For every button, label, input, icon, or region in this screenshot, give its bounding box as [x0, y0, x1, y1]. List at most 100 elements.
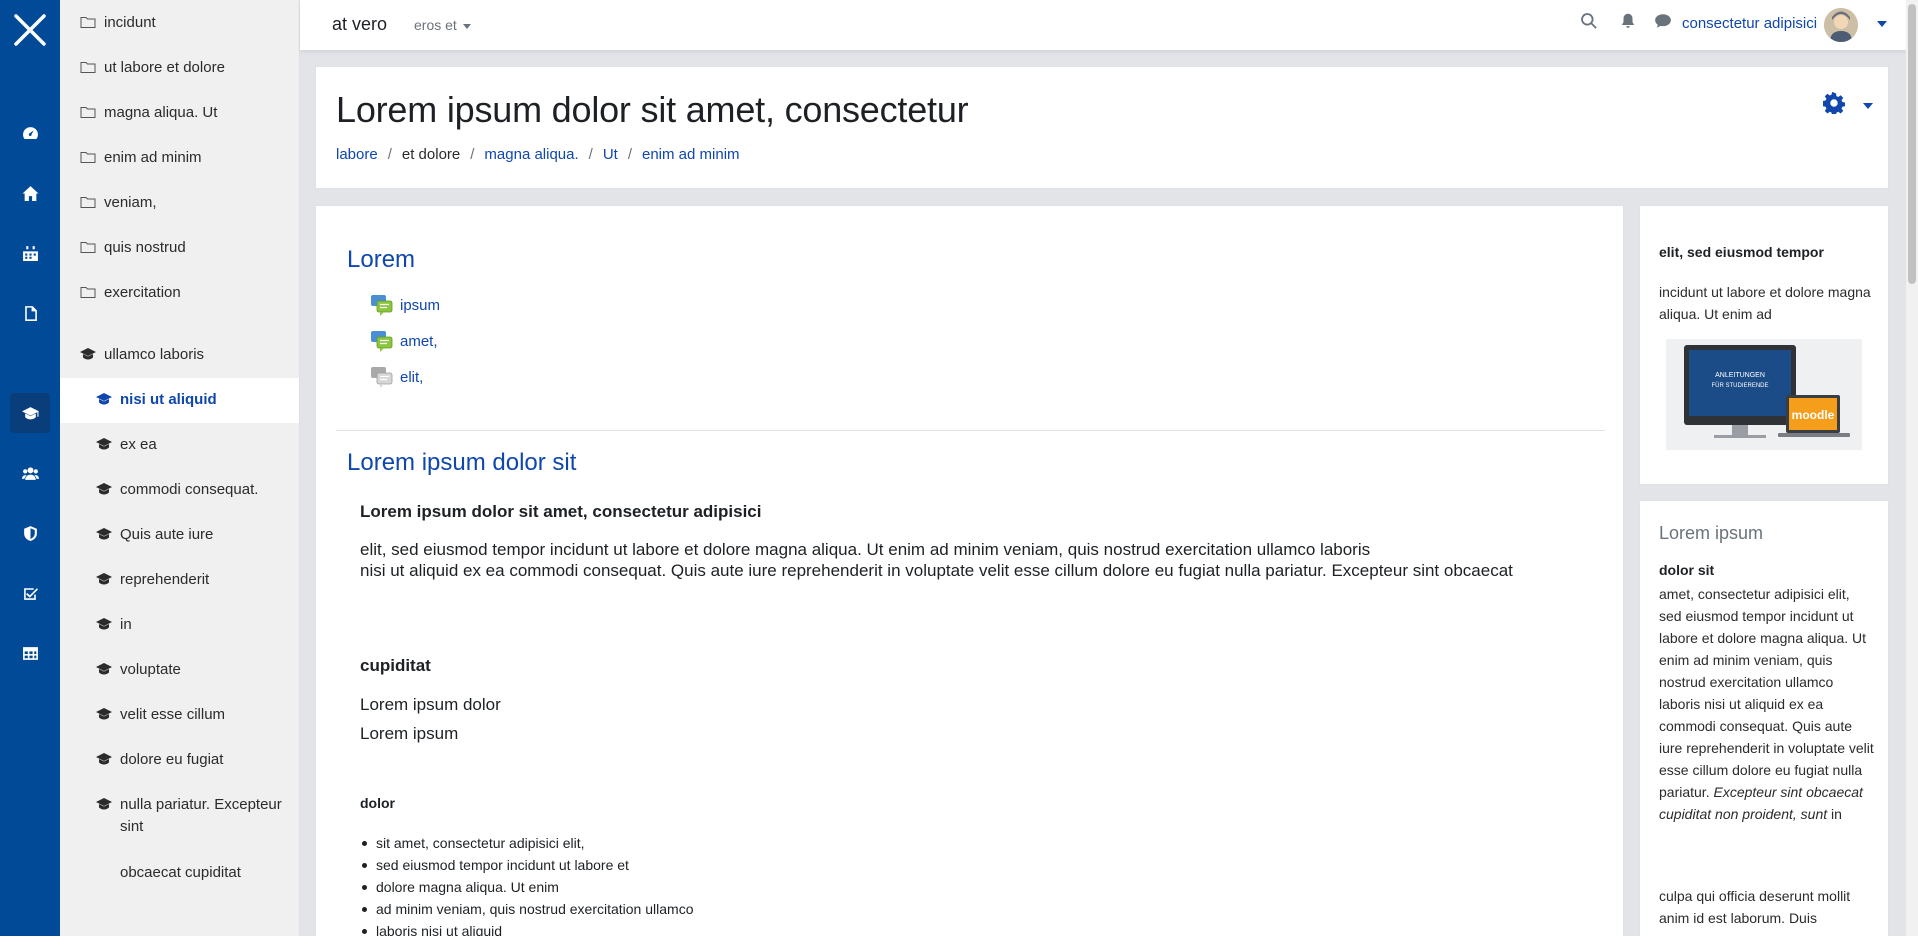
graduation-cap-icon [80, 348, 96, 360]
monitor-laptop-illustration: ANLEITUNGEN FÜR STUDIERENDE moodle [1666, 339, 1862, 450]
language-menu[interactable]: eros et [414, 17, 471, 33]
rail-badges-button[interactable] [10, 513, 50, 553]
block-text: culpa qui officia deserunt mollit anim i… [1659, 888, 1851, 926]
rail-calendar-button[interactable] [10, 233, 50, 273]
search-button[interactable] [1580, 12, 1598, 30]
breadcrumb-separator: / [470, 146, 475, 163]
drawer-folder-item[interactable]: magna aliqua. Ut [60, 102, 299, 124]
breadcrumb-item[interactable]: enim ad minim [642, 146, 740, 163]
drawer-item-label: nisi ut aliquid [120, 391, 217, 408]
section-divider [336, 430, 1605, 431]
folder-icon [80, 242, 96, 253]
content-heading: Lorem ipsum dolor sit amet, consectetur … [360, 502, 762, 521]
drawer-item-label: obcaecat cupiditat [120, 864, 241, 881]
notifications-button[interactable] [1619, 12, 1637, 30]
drawer-course-item[interactable]: Quis aute iure [60, 524, 299, 546]
list-item: sed eiusmod tempor incidunt ut labore et [360, 854, 693, 876]
rail-participants-button[interactable] [10, 453, 50, 493]
folder-icon [80, 287, 96, 298]
graduation-cap-icon [96, 618, 112, 630]
messages-button[interactable] [1654, 12, 1672, 30]
graduation-cap-icon [96, 483, 112, 495]
drawer-course-item[interactable]: ex ea [60, 434, 299, 456]
breadcrumb-item[interactable]: magna aliqua. [484, 146, 578, 163]
message-icon [1655, 14, 1671, 28]
drawer-course-item[interactable]: velit esse cillum [60, 704, 299, 726]
drawer-folder-item[interactable]: enim ad minim [60, 147, 299, 169]
users-icon [21, 466, 39, 480]
block-text: amet, consectetur adipisici elit, sed ei… [1659, 583, 1874, 825]
image-caption: ANLEITUNGEN [1715, 372, 1765, 379]
breadcrumb-item: et dolore [401, 146, 461, 163]
chevron-down-icon[interactable] [1863, 103, 1873, 109]
drawer-item-label: velit esse cillum [120, 706, 226, 723]
rail-dashboard-button[interactable] [10, 113, 50, 153]
scrollbar-thumb[interactable] [1908, 4, 1916, 284]
graduation-cap-icon [96, 393, 112, 405]
block-text: incidunt ut labore et dolore magna aliqu… [1659, 284, 1871, 322]
image-caption: FÜR STUDIERENDE [1711, 382, 1768, 389]
activity-item[interactable]: amet, [370, 329, 438, 353]
drawer-course-item[interactable]: commodi consequat. [60, 479, 299, 501]
moodle-logo: moodle [1792, 408, 1835, 422]
drawer-course-item[interactable]: voluptate [60, 659, 299, 681]
drawer-item-label: voluptate [120, 661, 181, 678]
folder-icon [80, 17, 96, 28]
drawer-folder-item[interactable]: incidunt [60, 12, 299, 34]
activity-item[interactable]: ipsum [370, 293, 440, 317]
drawer-item-label-line: nulla pariatur. Excepteur [120, 796, 282, 813]
chevron-down-icon[interactable] [1877, 21, 1887, 27]
rail-courses-button[interactable] [10, 393, 50, 433]
drawer-item-label-line: sint [120, 818, 144, 835]
folder-icon [80, 62, 96, 73]
section-title[interactable]: Lorem ipsum dolor sit [347, 449, 576, 477]
drawer-course-item[interactable]: nulla pariatur. Excepteur sint [60, 794, 299, 838]
drawer-parent-course[interactable]: ullamco laboris [60, 344, 299, 366]
activity-item[interactable]: elit, [370, 365, 423, 389]
drawer-folder-item[interactable]: ut labore et dolore [60, 57, 299, 79]
site-name[interactable]: at vero [332, 14, 387, 35]
list-item: dolore magna aliqua. Ut enim [360, 876, 693, 898]
check-square-icon [23, 587, 38, 600]
rail-files-button[interactable] [10, 293, 50, 333]
rail-competencies-button[interactable] [10, 573, 50, 613]
drawer-course-item[interactable]: reprehenderit [60, 569, 299, 591]
file-icon [24, 305, 37, 321]
drawer-active-course[interactable]: nisi ut aliquid [60, 378, 299, 423]
breadcrumb-separator: / [387, 146, 392, 163]
drawer-course-item[interactable]: in [60, 614, 299, 636]
drawer-folder-item[interactable]: exercitation [60, 282, 299, 304]
content-line: Lorem ipsum dolor [360, 695, 501, 714]
rail-grades-button[interactable] [10, 633, 50, 673]
content-small-heading: dolor [360, 795, 395, 811]
rail-home-button[interactable] [10, 173, 50, 213]
close-icon[interactable] [11, 11, 49, 49]
drawer-course-item[interactable]: obcaecat cupiditat [60, 862, 299, 884]
drawer-course-item[interactable]: dolore eu fugiat [60, 749, 299, 771]
drawer-folder-item[interactable]: veniam, [60, 192, 299, 214]
breadcrumb-item[interactable]: Ut [603, 146, 618, 163]
forum-icon [371, 295, 393, 316]
sidebar-block: elit, sed eiusmod tempor incidunt ut lab… [1639, 205, 1889, 485]
bullet-list: sit amet, consectetur adipisici elit, se… [360, 832, 693, 936]
page-header: Lorem ipsum dolor sit amet, consectetur … [315, 66, 1889, 189]
drawer-item-label: in [120, 616, 132, 633]
user-menu-name[interactable]: consectetur adipisici [1682, 15, 1817, 32]
graduation-cap-icon [96, 663, 112, 675]
chevron-down-icon [462, 23, 471, 29]
breadcrumb-item[interactable]: labore [336, 146, 378, 163]
avatar-image [1824, 8, 1858, 42]
drawer-item-label: Quis aute iure [120, 526, 214, 543]
drawer-folder-item[interactable]: quis nostrud [60, 237, 299, 259]
page-scrollbar[interactable] [1906, 0, 1918, 936]
folder-icon [80, 197, 96, 208]
drawer-item-label: commodi consequat. [120, 481, 259, 498]
section-title[interactable]: Lorem [347, 246, 415, 274]
breadcrumb-separator: / [588, 146, 593, 163]
student-guide-image[interactable]: ANLEITUNGEN FÜR STUDIERENDE moodle [1666, 339, 1862, 450]
content-paragraph: elit, sed eiusmod tempor incidunt ut lab… [360, 539, 1513, 581]
avatar[interactable] [1824, 8, 1858, 42]
settings-button[interactable] [1822, 91, 1846, 116]
block-text-end: in [1831, 806, 1842, 822]
forum-icon [371, 331, 393, 352]
